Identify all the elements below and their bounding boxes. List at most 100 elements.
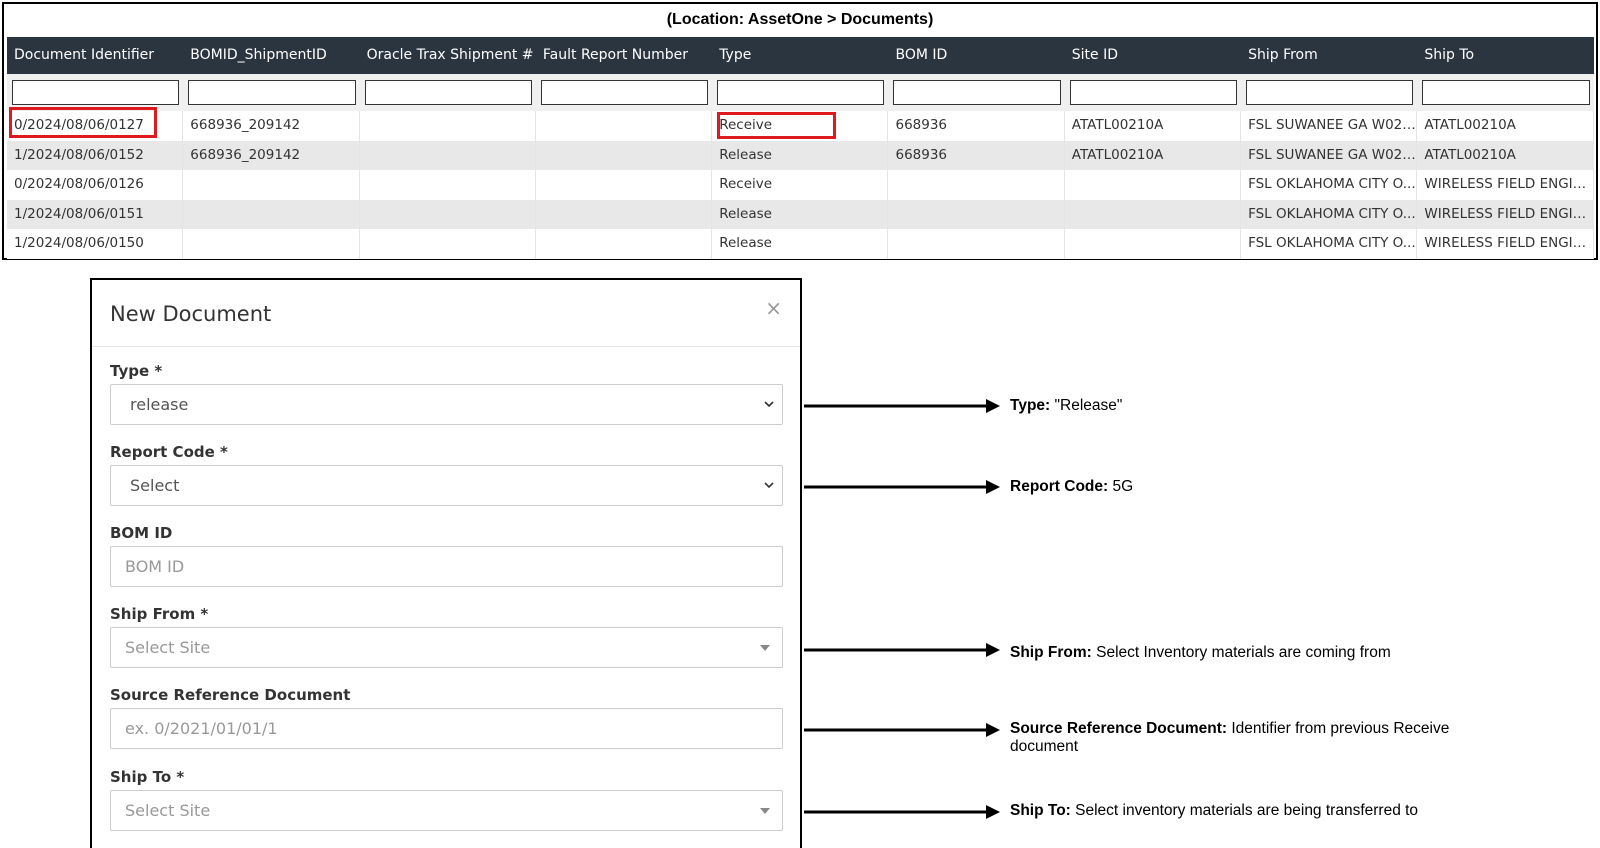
annotation-type: Type: "Release" — [1010, 397, 1122, 415]
highlight-box-document-identifier — [9, 107, 157, 138]
ship-from-field-group: Ship From * Select Site — [110, 605, 783, 668]
column-header-type[interactable]: Type — [712, 37, 888, 74]
bom-id-input[interactable]: BOM ID — [110, 546, 783, 587]
cell-ship-to: WIRELESS FIELD ENGIN... — [1417, 229, 1594, 259]
cell-bom-id: 668936 — [888, 140, 1065, 170]
cell-oracle-trax — [360, 229, 536, 259]
cell-fault-report — [536, 199, 713, 229]
cell-type: Release — [712, 199, 889, 229]
arrow-right-icon — [804, 805, 1000, 819]
annotation-ship-from-text: Select Inventory materials are coming fr… — [1091, 644, 1391, 661]
type-label: Type * — [110, 362, 163, 380]
caret-down-icon — [760, 645, 770, 651]
cell-bom-id — [888, 170, 1065, 200]
annotation-source-ref: Source Reference Document: Identifier fr… — [1010, 720, 1449, 756]
table-row[interactable]: 1/2024/08/06/0151 Release FSL OKLAHOMA C… — [7, 199, 1594, 229]
annotation-type-key: Type: — [1010, 397, 1051, 414]
filter-input-document-identifier[interactable] — [12, 80, 180, 105]
grid-filter-row — [7, 74, 1594, 111]
bom-id-label: BOM ID — [110, 524, 173, 542]
filter-input-fault-report[interactable] — [540, 80, 709, 105]
column-header-site-id[interactable]: Site ID — [1065, 37, 1241, 74]
cell-document-identifier: 1/2024/08/06/0152 — [7, 140, 184, 170]
cell-bom-id: 668936 — [888, 111, 1065, 141]
cell-type: Release — [712, 140, 889, 170]
cell-oracle-trax — [360, 111, 536, 141]
cell-type: Release — [712, 229, 889, 259]
column-header-bomid-shipmentid[interactable]: BOMID_ShipmentID — [183, 37, 359, 74]
annotation-source-ref-text2: document — [1010, 738, 1079, 755]
column-header-ship-to[interactable]: Ship To — [1417, 37, 1593, 74]
report-code-select[interactable]: Select — [110, 465, 783, 506]
cell-bomid-shipmentid — [183, 199, 360, 229]
ship-from-label: Ship From * — [110, 605, 209, 623]
filter-input-type[interactable] — [717, 80, 885, 105]
cell-ship-from: FSL OKLAHOMA CITY O... — [1241, 199, 1418, 229]
arrow-right-icon — [804, 399, 1000, 413]
annotation-report-code-text: 5G — [1108, 478, 1134, 495]
cell-document-identifier: 1/2024/08/06/0151 — [7, 199, 184, 229]
chevron-down-icon — [764, 401, 774, 408]
ship-to-field-group: Ship To * Select Site — [110, 768, 783, 831]
filter-input-bomid-shipmentid[interactable] — [188, 80, 356, 105]
cell-bomid-shipmentid: 668936_209142 — [183, 111, 360, 141]
documents-grid: Document Identifier BOMID_ShipmentID Ora… — [7, 37, 1594, 259]
modal-header: New Document × — [92, 280, 800, 347]
annotation-source-ref-text: Identifier from previous Receive — [1227, 720, 1450, 737]
cell-bomid-shipmentid — [183, 229, 360, 259]
arrow-right-icon — [804, 723, 1000, 737]
cell-ship-from: FSL SUWANEE GA W02 -... — [1241, 111, 1418, 141]
new-document-modal: New Document × Type * release Report Cod… — [90, 278, 802, 848]
location-breadcrumb: (Location: AssetOne > Documents) — [666, 11, 934, 28]
column-header-bom-id[interactable]: BOM ID — [888, 37, 1064, 74]
cell-bomid-shipmentid — [183, 170, 360, 200]
ship-to-select[interactable]: Select Site — [110, 790, 783, 831]
cell-ship-from: FSL OKLAHOMA CITY O... — [1241, 229, 1418, 259]
column-header-oracle-trax[interactable]: Oracle Trax Shipment # — [360, 37, 536, 74]
source-ref-field-group: Source Reference Document ex. 0/2021/01/… — [110, 686, 783, 749]
cell-ship-to: WIRELESS FIELD ENGIN... — [1417, 199, 1594, 229]
close-icon[interactable]: × — [765, 296, 782, 320]
table-row[interactable]: 0/2024/08/06/0126 Receive FSL OKLAHOMA C… — [7, 170, 1594, 200]
filter-input-oracle-trax[interactable] — [364, 80, 532, 105]
cell-type: Receive — [712, 170, 889, 200]
grid-header: Document Identifier BOMID_ShipmentID Ora… — [7, 37, 1594, 74]
cell-site-id — [1065, 170, 1242, 200]
ship-to-placeholder: Select Site — [125, 801, 211, 820]
ship-to-label: Ship To * — [110, 768, 185, 786]
source-ref-input[interactable]: ex. 0/2021/01/01/1 — [110, 708, 783, 749]
cell-bom-id — [888, 199, 1065, 229]
cell-bom-id — [888, 229, 1065, 259]
report-code-field-group: Report Code * Select — [110, 443, 783, 506]
filter-input-bom-id[interactable] — [893, 80, 1061, 105]
arrow-right-icon — [804, 643, 1000, 657]
filter-input-ship-from[interactable] — [1246, 80, 1414, 105]
annotation-report-code: Report Code: 5G — [1010, 478, 1133, 496]
column-header-fault-report[interactable]: Fault Report Number — [536, 37, 712, 74]
cell-fault-report — [536, 170, 713, 200]
column-header-ship-from[interactable]: Ship From — [1241, 37, 1417, 74]
filter-input-ship-to[interactable] — [1422, 80, 1590, 105]
chevron-down-icon — [764, 482, 774, 489]
cell-document-identifier: 0/2024/08/06/0126 — [7, 170, 184, 200]
cell-ship-to: WIRELESS FIELD ENGIN... — [1417, 170, 1594, 200]
cell-site-id — [1065, 199, 1242, 229]
cell-fault-report — [536, 111, 713, 141]
filter-input-site-id[interactable] — [1069, 80, 1238, 105]
table-row[interactable]: 1/2024/08/06/0152 668936_209142 Release … — [7, 140, 1594, 170]
type-select[interactable]: release — [110, 384, 783, 425]
annotation-ship-to-key: Ship To: — [1010, 802, 1071, 819]
column-header-document-identifier[interactable]: Document Identifier — [7, 37, 183, 74]
table-row[interactable]: 1/2024/08/06/0150 Release FSL OKLAHOMA C… — [7, 229, 1594, 259]
annotation-ship-to: Ship To: Select inventory materials are … — [1010, 802, 1418, 820]
cell-site-id: ATATL00210A — [1065, 111, 1242, 141]
ship-from-select[interactable]: Select Site — [110, 627, 783, 668]
ship-from-placeholder: Select Site — [125, 638, 211, 657]
bom-id-field-group: BOM ID BOM ID — [110, 524, 783, 587]
annotation-ship-from: Ship From: Select Inventory materials ar… — [1010, 644, 1391, 662]
annotation-ship-to-text: Select inventory materials are being tra… — [1070, 802, 1419, 819]
cell-ship-from: FSL OKLAHOMA CITY O... — [1241, 170, 1418, 200]
cell-fault-report — [536, 229, 713, 259]
annotation-source-ref-key: Source Reference Document: — [1010, 720, 1228, 737]
cell-oracle-trax — [360, 199, 536, 229]
